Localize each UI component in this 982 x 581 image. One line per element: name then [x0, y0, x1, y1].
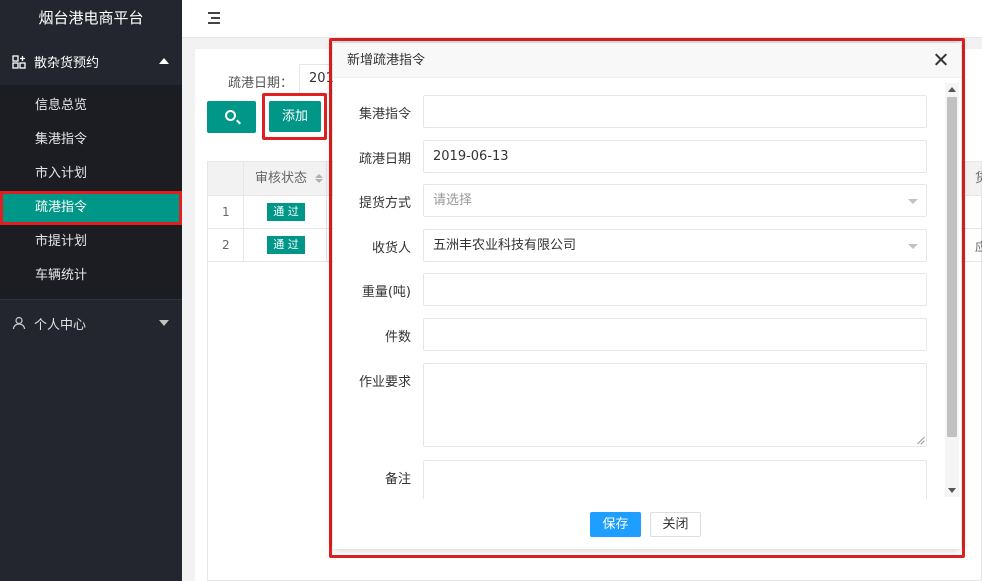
- row-cell-fragment: 应: [975, 240, 982, 254]
- search-button[interactable]: [207, 101, 256, 133]
- sidebar-item-evacuation-order[interactable]: 疏港指令: [0, 191, 182, 225]
- sidebar-group-label: 个人中心: [34, 317, 87, 333]
- chevron-down-icon: [908, 244, 918, 249]
- add-button-highlight: 添加: [262, 93, 327, 140]
- sidebar-group-bulk-cargo[interactable]: 散杂货预约: [0, 38, 182, 85]
- pickup-method-select[interactable]: 请选择: [423, 184, 927, 217]
- add-evacuation-order-dialog: 新增疏港指令 集港指令 疏港日期 2019-06-13 提货方式 请选择 收货人…: [333, 43, 961, 549]
- sort-icon[interactable]: [315, 173, 324, 184]
- scroll-up-icon[interactable]: [948, 87, 956, 92]
- field-label: 重量(吨): [361, 285, 411, 300]
- field-label: 作业要求: [358, 375, 411, 390]
- sidebar-group-personal-center[interactable]: 个人中心: [0, 299, 182, 346]
- dialog-title-bar: 新增疏港指令: [333, 43, 961, 78]
- field-label: 备注: [384, 472, 411, 487]
- search-icon: [225, 110, 236, 121]
- save-button[interactable]: 保存: [590, 512, 641, 537]
- sidebar-submenu: 信息总览 集港指令 市入计划 疏港指令 市提计划 车辆统计: [0, 85, 182, 299]
- column-header-review-status[interactable]: 审核状态: [255, 162, 324, 196]
- weight-input[interactable]: [423, 273, 927, 306]
- resize-handle-icon[interactable]: [916, 436, 924, 444]
- close-icon[interactable]: [934, 53, 947, 66]
- sidebar-item-info-overview[interactable]: 信息总览: [0, 89, 182, 123]
- close-button[interactable]: 关闭: [650, 512, 701, 537]
- remarks-textarea[interactable]: [423, 460, 927, 499]
- chevron-down-icon: [908, 199, 918, 204]
- field-label: 件数: [384, 330, 411, 345]
- sidebar-item-city-in-plan[interactable]: 市入计划: [0, 157, 182, 191]
- sidebar: 烟台港电商平台 散杂货预约 信息总览 集港指令 市入计划 疏港指令 市提计划 车…: [0, 0, 182, 581]
- menu-toggle-icon[interactable]: [208, 12, 220, 24]
- row-number: 1: [222, 205, 230, 219]
- select-placeholder: 请选择: [433, 193, 473, 208]
- select-value: 五洲丰农业科技有限公司: [433, 238, 577, 253]
- sidebar-item-vehicle-stats[interactable]: 车辆统计: [0, 259, 182, 293]
- gathering-order-input[interactable]: [423, 95, 927, 128]
- user-icon: [12, 316, 26, 330]
- field-label: 集港指令: [358, 107, 411, 122]
- status-badge: 通 过: [267, 203, 305, 221]
- chevron-down-icon: [159, 320, 169, 326]
- pieces-input[interactable]: [423, 318, 927, 351]
- scroll-thumb[interactable]: [947, 97, 957, 437]
- filter-date-label: 疏港日期：: [228, 76, 294, 91]
- dialog-body: 集港指令 疏港日期 2019-06-13 提货方式 请选择 收货人 五洲丰农业科…: [333, 79, 961, 499]
- sidebar-item-city-pickup-plan[interactable]: 市提计划: [0, 225, 182, 259]
- sidebar-item-gathering-order[interactable]: 集港指令: [0, 123, 182, 157]
- status-badge: 通 过: [267, 236, 305, 254]
- grid-icon: [12, 54, 26, 69]
- dialog-title: 新增疏港指令: [347, 53, 426, 68]
- sidebar-group-label: 散杂货预约: [34, 56, 100, 71]
- dialog-footer: 保存 关闭: [333, 505, 961, 545]
- dialog-scrollbar[interactable]: [945, 83, 959, 497]
- evacuation-date-input[interactable]: 2019-06-13: [423, 140, 927, 173]
- column-header-fragment: 货: [975, 171, 982, 186]
- app-title: 烟台港电商平台: [0, 0, 182, 38]
- field-label: 提货方式: [358, 196, 411, 211]
- chevron-up-icon: [159, 58, 169, 64]
- scroll-down-icon[interactable]: [948, 488, 956, 493]
- consignee-select[interactable]: 五洲丰农业科技有限公司: [423, 229, 927, 262]
- add-button[interactable]: 添加: [269, 101, 321, 132]
- top-bar: [182, 0, 982, 38]
- work-requirements-textarea[interactable]: [423, 363, 927, 447]
- field-label: 疏港日期: [358, 152, 411, 167]
- row-number: 2: [222, 238, 230, 252]
- field-label: 收货人: [371, 241, 411, 256]
